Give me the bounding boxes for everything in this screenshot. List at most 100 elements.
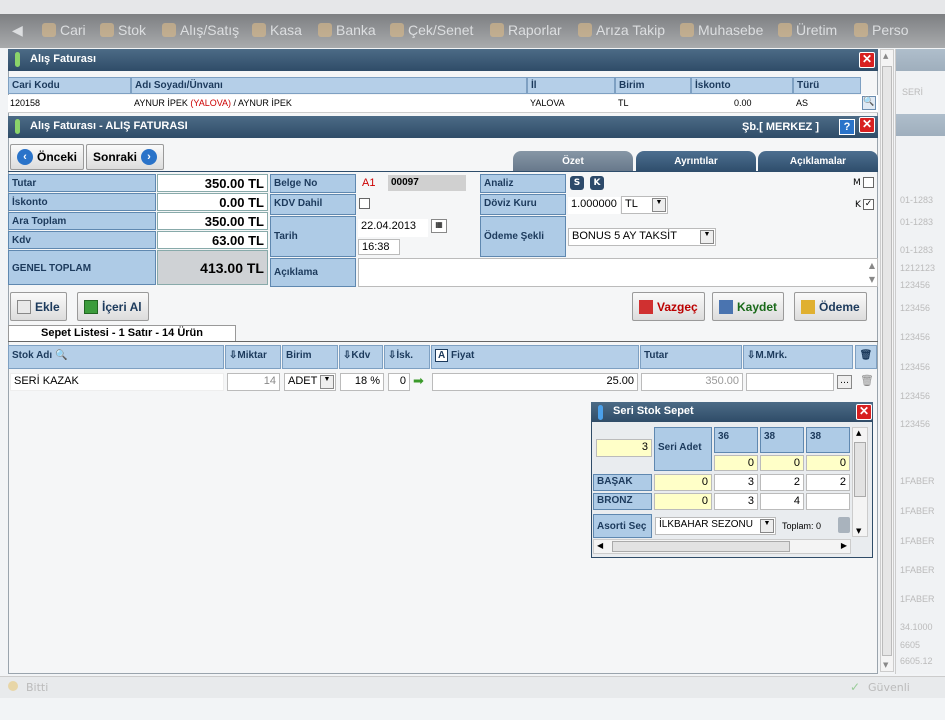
bg-item: 123456 bbox=[900, 391, 931, 401]
col-miktar[interactable]: ⇩Miktar bbox=[225, 345, 281, 369]
prev-button[interactable]: ‹ Önceki bbox=[10, 144, 85, 170]
menu-banka[interactable]: Banka bbox=[318, 22, 376, 38]
kaydet-button[interactable]: Kaydet bbox=[712, 292, 785, 321]
ekle-button[interactable]: Ekle bbox=[10, 292, 67, 321]
analiz-k-button[interactable]: K bbox=[590, 176, 604, 190]
scroll-right-icon[interactable]: ▶ bbox=[841, 541, 847, 550]
back-arrow-icon[interactable]: ◀ bbox=[12, 22, 23, 39]
iceri-al-button[interactable]: İçeri Al bbox=[77, 292, 149, 321]
magnifier-icon[interactable]: 🔍 bbox=[55, 350, 67, 361]
col-mmrk-label: M.Mrk. bbox=[755, 350, 788, 361]
row-stok-adi[interactable]: SERİ KAZAK bbox=[10, 373, 224, 391]
help-icon[interactable]: ? bbox=[839, 119, 855, 135]
k-checkbox[interactable]: ✓ bbox=[863, 199, 874, 210]
window-titlebar: Alış Faturası ✕ bbox=[8, 49, 878, 71]
seri-hscrollbar[interactable]: ◀ ▶ bbox=[593, 539, 851, 554]
scroll-up-icon[interactable]: ▲ bbox=[856, 429, 861, 437]
row-mmrk[interactable] bbox=[746, 373, 834, 391]
menu-cari[interactable]: Cari bbox=[42, 22, 86, 38]
seri-vscrollbar[interactable]: ▲ ▼ bbox=[852, 427, 868, 537]
close-icon[interactable]: ✕ bbox=[859, 117, 875, 133]
database-icon[interactable] bbox=[838, 517, 850, 533]
scroll-down-icon[interactable]: ▼ bbox=[869, 275, 875, 284]
menu-personel[interactable]: Perso bbox=[854, 22, 909, 38]
tutar-value: 350.00 TL bbox=[157, 174, 268, 192]
menu-muhasebe[interactable]: Muhasebe bbox=[680, 22, 763, 38]
aciklama-textarea[interactable]: ▲ ▼ bbox=[358, 258, 878, 287]
menu-cek-senet[interactable]: Çek/Senet bbox=[390, 22, 473, 38]
menu-raporlar[interactable]: Raporlar bbox=[490, 22, 562, 38]
bronz-36[interactable]: 3 bbox=[714, 493, 758, 510]
bg-titlebar2 bbox=[896, 114, 945, 136]
hscroll-thumb[interactable] bbox=[612, 541, 790, 552]
trash-icon[interactable]: 🗑 bbox=[860, 374, 874, 387]
col-kdv[interactable]: ⇩Kdv bbox=[339, 345, 383, 369]
row-kdv[interactable]: 18 % bbox=[340, 373, 384, 391]
scroll-up-icon[interactable]: ▲ bbox=[883, 52, 888, 60]
close-icon[interactable]: ✕ bbox=[856, 404, 872, 420]
seri-adet-value[interactable]: 3 bbox=[596, 439, 652, 457]
col-stok-adi[interactable]: Stok Adı 🔍 bbox=[8, 345, 224, 369]
ellipsis-button[interactable]: … bbox=[837, 375, 852, 389]
row-birim-select[interactable]: ADET ▼ bbox=[284, 373, 336, 391]
vazgec-button[interactable]: Vazgeç bbox=[632, 292, 705, 321]
basak-36[interactable]: 3 bbox=[714, 474, 758, 491]
tab-ozet[interactable]: Özet bbox=[513, 151, 633, 172]
scroll-down-icon[interactable]: ▼ bbox=[883, 661, 888, 669]
doviz-kuru-field[interactable]: 1.000000 bbox=[568, 197, 620, 214]
arrow-right-icon[interactable]: ➡ bbox=[413, 374, 424, 389]
menu-alis-satis[interactable]: Alış/Satış bbox=[162, 22, 239, 38]
col-tutar[interactable]: Tutar bbox=[640, 345, 742, 369]
bronz-38b[interactable] bbox=[806, 493, 850, 510]
basak-38b[interactable]: 2 bbox=[806, 474, 850, 491]
belge-no-field[interactable]: 00097 bbox=[388, 175, 466, 191]
scroll-thumb[interactable] bbox=[882, 66, 892, 656]
odeme-sekli-select[interactable]: BONUS 5 AY TAKSİT ▼ bbox=[568, 228, 716, 246]
tab-ayrintilar[interactable]: Ayrıntılar bbox=[636, 151, 756, 172]
prev-label: Önceki bbox=[37, 150, 78, 164]
belge-seri[interactable]: A1 bbox=[362, 177, 375, 189]
table-row[interactable]: SERİ KAZAK 14 ADET ▼ 18 % 0 ➡ 25.00 350.0… bbox=[8, 372, 878, 392]
row-fiyat[interactable]: 25.00 bbox=[432, 373, 638, 391]
col-mmrk[interactable]: ⇩M.Mrk. bbox=[743, 345, 853, 369]
scroll-down-icon[interactable]: ▼ bbox=[856, 527, 861, 535]
scroll-left-icon[interactable]: ◀ bbox=[597, 541, 603, 550]
col-fiyat[interactable]: A Fiyat bbox=[431, 345, 639, 369]
next-button[interactable]: Sonraki › bbox=[86, 144, 165, 170]
total-38b: 0 bbox=[806, 455, 850, 471]
tab-aciklamalar[interactable]: Açıklamalar bbox=[758, 151, 878, 172]
menu-stok[interactable]: Stok bbox=[100, 22, 146, 38]
row-miktar[interactable]: 14 bbox=[227, 373, 280, 391]
chevron-down-icon[interactable]: ▼ bbox=[700, 230, 714, 244]
basak-38[interactable]: 2 bbox=[760, 474, 804, 491]
main-vscrollbar[interactable]: ▲ ▼ bbox=[880, 49, 894, 672]
chevron-down-icon[interactable]: ▼ bbox=[760, 519, 774, 533]
kdv-dahil-checkbox[interactable] bbox=[359, 198, 370, 209]
money-icon bbox=[801, 299, 815, 314]
scroll-up-icon[interactable]: ▲ bbox=[869, 261, 875, 270]
close-icon[interactable]: ✕ bbox=[859, 52, 875, 68]
odeme-button[interactable]: Ödeme bbox=[794, 292, 867, 321]
row-isk[interactable]: 0 bbox=[388, 373, 410, 391]
calendar-icon[interactable]: ▦ bbox=[431, 219, 447, 233]
bronz-38[interactable]: 4 bbox=[760, 493, 804, 510]
analiz-s-button[interactable]: S bbox=[570, 176, 584, 190]
menu-ariza-takip[interactable]: Arıza Takip bbox=[578, 22, 665, 38]
col-birim[interactable]: Birim bbox=[282, 345, 338, 369]
chevron-down-icon[interactable]: ▼ bbox=[320, 375, 334, 389]
cari-row[interactable]: 120158 AYNUR İPEK (YALOVA) / AYNUR İPEK … bbox=[8, 95, 878, 113]
search-icon[interactable]: 🔍 bbox=[862, 96, 876, 110]
menu-kasa[interactable]: Kasa bbox=[252, 22, 302, 38]
doviz-currency-select[interactable]: TL ▼ bbox=[621, 196, 668, 214]
saat-field[interactable]: 16:38 bbox=[358, 239, 400, 255]
scroll-thumb[interactable] bbox=[854, 442, 866, 497]
cari-il: YALOVA bbox=[530, 98, 565, 108]
m-checkbox[interactable] bbox=[863, 177, 874, 188]
tarih-field[interactable]: 22.04.2013 bbox=[358, 219, 428, 237]
asorti-select[interactable]: İLKBAHAR SEZONU ▼ bbox=[655, 517, 776, 535]
chevron-down-icon[interactable]: ▼ bbox=[652, 198, 666, 212]
tutar-label: Tutar bbox=[8, 174, 156, 192]
trash-icon[interactable]: 🗑 bbox=[855, 345, 877, 369]
col-isk[interactable]: ⇩İsk. bbox=[384, 345, 430, 369]
menu-uretim[interactable]: Üretim bbox=[778, 22, 837, 38]
